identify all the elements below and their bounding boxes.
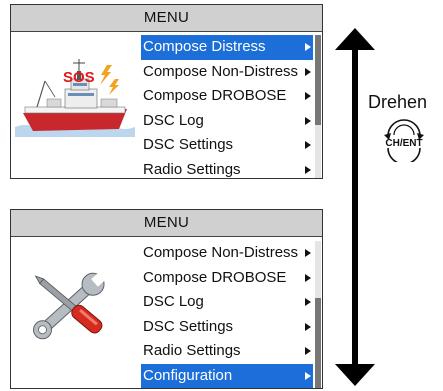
menu-item-label: Radio Settings [143,342,241,359]
submenu-arrow-icon [305,116,311,125]
menu-item-radio-settings[interactable]: Radio Settings [141,339,313,364]
menu-item-dsc-settings[interactable]: DSC Settings [141,133,313,158]
menu-item-label: DSC Log [143,293,204,310]
menu-item-compose-distress[interactable]: Compose Distress [141,35,313,60]
menu-item-label: Compose Non-Distress [143,62,299,80]
submenu-arrow-icon [305,322,311,331]
menu-item-compose-non-distress[interactable]: Compose Non-Distress [141,241,313,266]
menu-item-label: Compose DROBOSE [143,268,287,286]
sos-label: SOS [63,69,95,86]
rotary-dial-icon: CH/ENT [382,118,426,167]
submenu-arrow-icon [305,141,311,149]
submenu-arrow-icon [305,347,311,355]
menu-item-dsc-log[interactable]: DSC Log [141,290,313,315]
submenu-arrow-icon [305,92,311,100]
submenu-arrow-icon [305,165,311,174]
menu-screen-1: MENU SOS Compose Distress Compose Non-Di… [10,4,323,179]
menu-item-label: Compose DROBOSE [143,87,287,104]
menu-item-label: DSC Settings [143,136,234,153]
submenu-arrow-icon [305,43,311,51]
menu-item-compose-drobose[interactable]: Compose DROBOSE [141,84,313,109]
menu-title: MENU [11,210,322,237]
menu-item-compose-non-distress[interactable]: Compose Non-Distress [141,60,313,85]
menu-item-label: Configuration [143,366,233,384]
menu-item-label: DSC Settings [143,317,234,335]
scroll-thumb[interactable] [315,298,321,388]
dial-text: CH/ENT [385,138,422,149]
scroll-direction-arrow-icon [330,28,380,391]
submenu-arrow-icon [305,249,311,257]
distress-ship-icon [15,45,140,150]
wrench-screwdriver-icon [15,265,125,350]
submenu-arrow-icon [305,67,311,76]
menu-item-label: Radio Settings [143,160,241,178]
menu-item-compose-drobose[interactable]: Compose DROBOSE [141,266,313,291]
menu-title: MENU [11,5,322,32]
submenu-arrow-icon [305,371,311,380]
rotate-label: Drehen [368,92,428,112]
menu-item-radio-settings[interactable]: Radio Settings [141,158,313,183]
submenu-arrow-icon [305,273,311,282]
menu-item-label: Compose Non-Distress [143,244,299,261]
menu-item-dsc-log[interactable]: DSC Log [141,109,313,134]
menu-list: Compose Non-Distress Compose DROBOSE DSC… [141,241,313,388]
menu-screen-2: MENU Compose Non-Distress Compose DROBOS… [10,209,323,389]
menu-item-label: DSC Log [143,111,204,129]
menu-list: Compose Distress Compose Non-Distress Co… [141,35,313,182]
scrollbar[interactable] [315,35,321,178]
menu-item-label: Compose Distress [143,38,266,55]
menu-item-configuration[interactable]: Configuration [141,363,313,388]
scrollbar[interactable] [315,241,321,388]
menu-item-dsc-settings[interactable]: DSC Settings [141,315,313,340]
submenu-arrow-icon [305,298,311,306]
scroll-thumb[interactable] [315,35,321,125]
